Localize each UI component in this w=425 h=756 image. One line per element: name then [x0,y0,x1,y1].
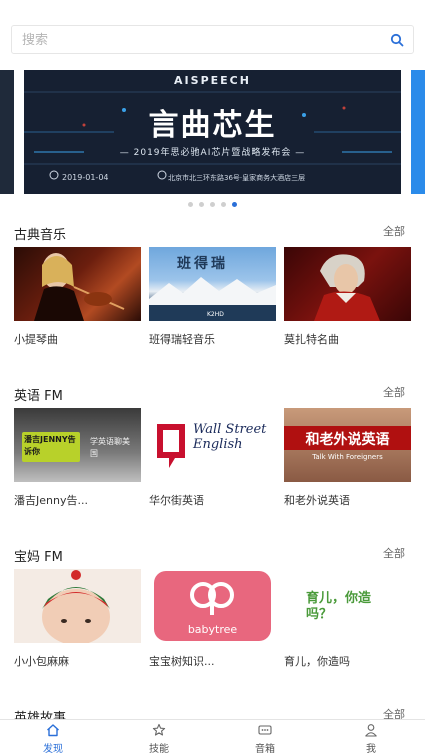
album-cover-text: babytree [187,623,238,636]
tab-discover[interactable]: 发现 [0,720,106,756]
album-cover-text-secondary: Talk With Foreigners [312,453,383,461]
tab-skills[interactable]: 技能 [106,720,212,756]
album-cover-foreigners: 和老外说英语 Talk With Foreigners [284,408,411,482]
album-title: 莫扎特名曲 [284,333,339,346]
album-cover-jenny: 潘吉JENNY告诉你 学英语聊美国 [14,408,141,482]
banner-next-slide[interactable] [411,70,425,194]
carousel-dot[interactable] [188,202,193,207]
carousel-dot[interactable] [210,202,215,207]
album-cover-babytree: babytree [149,569,276,643]
album-cover-text: 育儿，你造吗？ [306,591,372,622]
album-cover-violin [14,247,141,321]
banner-address: 北京市北三环东路36号·皇家商务大酒店三层 [168,174,306,182]
album-title: 小提琴曲 [14,333,58,346]
album-cover-baby [14,569,141,643]
album-card[interactable]: 潘吉JENNY告诉你 学英语聊美国 潘吉Jenny告... [14,408,141,508]
album-cover-text: 潘吉JENNY告诉你 [24,435,76,456]
album-cover-badge: K2HD [207,311,224,318]
section-title: 宝妈 FM [14,550,63,565]
album-title: 班得瑞轻音乐 [149,333,215,346]
carousel-indicator [0,202,425,210]
album-card[interactable]: 育儿，你造吗？ 育儿，你造吗 [284,569,411,669]
album-title: 潘吉Jenny告... [14,494,88,507]
album-title: 华尔街英语 [149,494,204,507]
album-cover-text: 和老外说英语 [305,432,390,448]
album-cover-wall-street: Wall Street English [149,408,276,482]
section-all-link[interactable]: 全部 [383,223,405,239]
search-icon[interactable] [390,33,404,47]
album-cover-bandari: 班得瑞 K2HD [149,247,276,321]
section-all-link[interactable]: 全部 [383,545,405,561]
album-title: 和老外说英语 [284,494,350,507]
carousel-dot[interactable] [221,202,226,207]
album-title: 育儿，你造吗 [284,655,350,668]
album-card[interactable]: 班得瑞 K2HD 班得瑞轻音乐 [149,247,276,347]
tab-label: 音箱 [255,744,275,755]
album-cover-text: 班得瑞 [177,256,228,272]
section-title: 英语 FM [14,389,63,404]
carousel-dot-active[interactable] [232,202,237,207]
album-card[interactable]: 小小包麻麻 [14,569,141,669]
tab-label: 技能 [149,744,169,755]
album-card[interactable]: 和老外说英语 Talk With Foreigners 和老外说英语 [284,408,411,508]
banner-prev-slide[interactable] [0,70,14,194]
banner-brand: AISPEECH [174,74,251,87]
album-cover-parenting: 育儿，你造吗？ [284,569,411,643]
section-all-link[interactable]: 全部 [383,384,405,400]
bottom-tab-bar: 发现 技能 音箱 我 [0,719,425,756]
album-card[interactable]: 小提琴曲 [14,247,141,347]
album-cover-mozart [284,247,411,321]
star-icon [152,723,166,736]
album-cover-text-secondary: 学英语聊美国 [90,437,130,458]
album-cover-text: Wall Street English [193,422,267,452]
tab-label: 我 [366,744,376,755]
banner-slide[interactable]: AISPEECH 言曲芯生 — 2019年思必驰AI芯片暨战略发布会 — 201… [24,70,401,194]
album-card[interactable]: Wall Street English 华尔街英语 [149,408,276,508]
home-icon [47,724,59,737]
section-title: 古典音乐 [14,228,67,243]
banner-headline: 言曲芯生 [148,108,277,143]
carousel-dot[interactable] [199,202,204,207]
tab-label: 发现 [43,744,63,755]
search-input[interactable] [22,30,382,50]
album-title: 小小包麻麻 [14,655,69,668]
speaker-icon [258,725,272,735]
tab-me[interactable]: 我 [318,720,424,756]
search-bar[interactable] [11,25,414,54]
album-card[interactable]: babytree 宝宝树知识... [149,569,276,669]
album-card[interactable]: 莫扎特名曲 [284,247,411,347]
banner-subtitle: — 2019年思必驰AI芯片暨战略发布会 — [119,148,306,158]
banner-date: 2019-01-04 [62,173,109,182]
user-icon [365,724,377,737]
tab-speaker[interactable]: 音箱 [212,720,318,756]
banner-carousel[interactable]: AISPEECH 言曲芯生 — 2019年思必驰AI芯片暨战略发布会 — 201… [0,70,425,194]
album-title: 宝宝树知识... [149,655,215,668]
